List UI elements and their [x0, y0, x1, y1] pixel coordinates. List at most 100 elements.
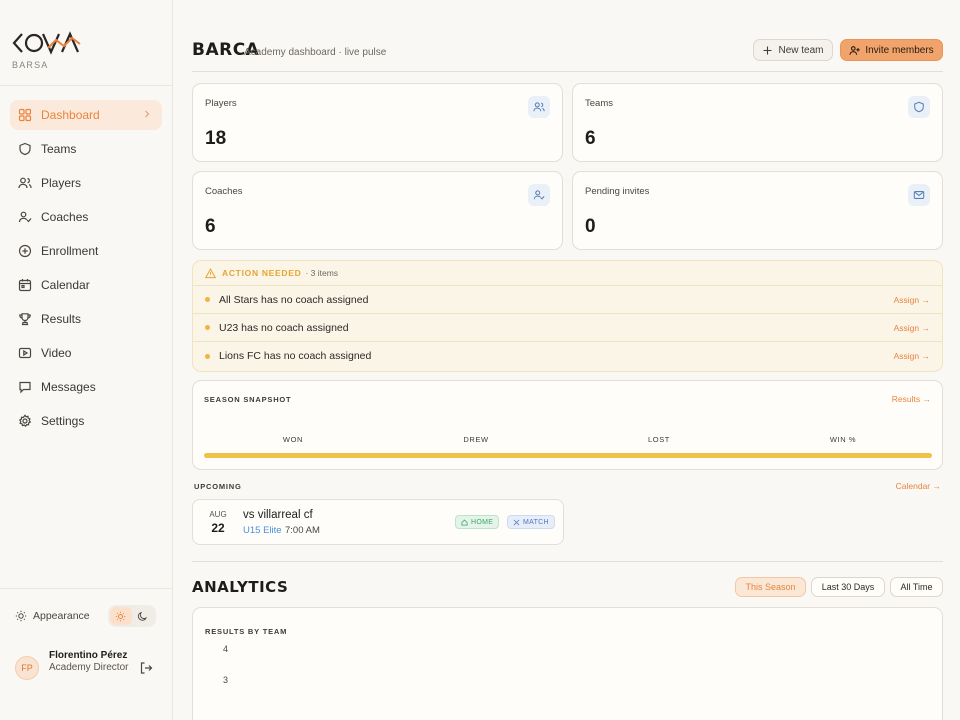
brand[interactable]: BARSA	[0, 0, 172, 86]
users-icon	[528, 96, 550, 118]
home-icon	[461, 519, 468, 526]
stat-value: 6	[205, 216, 216, 237]
new-team-button[interactable]: New team	[753, 39, 833, 61]
divider	[192, 561, 943, 562]
gear-icon	[18, 414, 32, 428]
y-tick: 4	[223, 644, 229, 654]
sidebar-item-label: Dashboard	[41, 108, 100, 122]
sidebar-item-results[interactable]: Results	[10, 304, 162, 334]
assign-link[interactable]: Assign →	[894, 351, 930, 361]
sidebar-item-label: Settings	[41, 414, 85, 428]
invite-members-button[interactable]: Invite members	[840, 39, 943, 61]
calendar-icon	[18, 278, 32, 292]
page-subtitle: Academy dashboard · live pulse	[244, 47, 387, 58]
upcoming-title: UPCOMING	[194, 482, 242, 491]
stat-label: Coaches	[205, 186, 243, 197]
filter-all-time[interactable]: All Time	[890, 577, 943, 597]
sidebar-item-coaches[interactable]: Coaches	[10, 202, 162, 232]
home-badge-label: HOME	[471, 518, 494, 526]
stat-label: Teams	[585, 98, 613, 109]
sidebar-item-calendar[interactable]: Calendar	[10, 270, 162, 300]
results-by-team-card: RESULTS BY TEAM 4 3	[192, 607, 943, 720]
appearance-label: Appearance	[33, 610, 90, 622]
plus-icon	[762, 45, 773, 56]
snapshot-col-won: WON	[282, 435, 304, 444]
sidebar: BARSA Dashboard Teams Players Coaches En…	[0, 0, 173, 720]
bullet-dot	[205, 325, 210, 330]
sidebar-item-label: Messages	[41, 380, 96, 394]
season-snapshot-card: SEASON SNAPSHOT Results → WON DREW LOST …	[192, 380, 943, 470]
calendar-link[interactable]: Calendar →	[896, 481, 941, 491]
action-needed-header: ACTION NEEDED · 3 items	[193, 261, 942, 286]
filter-this-season[interactable]: This Season	[735, 577, 806, 597]
snapshot-col-lost: LOST	[648, 435, 670, 444]
action-needed-title: ACTION NEEDED	[222, 268, 302, 278]
action-item[interactable]: U23 has no coach assigned Assign →	[193, 314, 942, 342]
stat-card-teams[interactable]: Teams 6	[572, 83, 943, 162]
assign-link[interactable]: Assign →	[894, 323, 930, 333]
action-item[interactable]: Lions FC has no coach assigned Assign →	[193, 342, 942, 370]
dashboard-icon	[18, 108, 32, 122]
chevron-right-icon	[145, 110, 150, 118]
sidebar-item-enrollment[interactable]: Enrollment	[10, 236, 162, 266]
avatar: FP	[15, 656, 39, 680]
results-by-team-title: RESULTS BY TEAM	[205, 627, 288, 636]
bullet-dot	[205, 353, 210, 359]
stat-value: 6	[585, 128, 596, 149]
sidebar-item-teams[interactable]: Teams	[10, 134, 162, 164]
user-profile[interactable]: FP Florentino Pérez Academy Director	[0, 627, 172, 680]
snapshot-bar	[204, 453, 932, 458]
sidebar-item-settings[interactable]: Settings	[10, 406, 162, 436]
filter-last-30-days[interactable]: Last 30 Days	[811, 577, 885, 597]
sidebar-item-label: Teams	[41, 142, 77, 156]
bullet-dot	[205, 297, 210, 302]
sidebar-item-players[interactable]: Players	[10, 168, 162, 198]
sidebar-item-dashboard[interactable]: Dashboard	[10, 100, 162, 130]
sidebar-item-label: Video	[41, 346, 72, 360]
match-title: vs villarreal cf	[243, 509, 313, 521]
video-icon	[18, 346, 32, 360]
sidebar-item-label: Results	[41, 312, 82, 326]
user-role: Academy Director	[49, 662, 129, 673]
stat-value: 0	[585, 216, 596, 237]
kova-logo	[12, 31, 81, 55]
shield-icon	[908, 96, 930, 118]
dark-mode-button[interactable]	[132, 607, 154, 625]
stat-card-pending-invites[interactable]: Pending invites 0	[572, 171, 943, 250]
user-name: Florentino Pérez	[49, 650, 128, 661]
sidebar-nav: Dashboard Teams Players Coaches Enrollme…	[0, 86, 172, 436]
sidebar-item-label: Players	[41, 176, 82, 190]
light-mode-button[interactable]	[109, 607, 132, 625]
sidebar-item-video[interactable]: Video	[10, 338, 162, 368]
user-info: Florentino Pérez Academy Director	[49, 649, 129, 674]
main-content: BARCA Academy dashboard · live pulse New…	[192, 0, 943, 720]
match-month: AUG	[209, 510, 227, 519]
sidebar-item-messages[interactable]: Messages	[10, 372, 162, 402]
sidebar-item-label: Enrollment	[41, 244, 99, 258]
sidebar-item-label: Coaches	[41, 210, 89, 224]
user-plus-icon	[849, 45, 861, 56]
assign-link[interactable]: Assign →	[894, 295, 930, 305]
home-badge: HOME	[455, 515, 500, 529]
upcoming-match-card[interactable]: AUG 22 vs villarreal cf U15 Elite 7:00 A…	[192, 499, 564, 545]
results-link[interactable]: Results →	[892, 394, 931, 404]
user-check-icon	[18, 210, 32, 224]
trophy-icon	[18, 312, 32, 326]
users-icon	[18, 176, 32, 190]
new-team-label: New team	[778, 44, 824, 56]
logout-icon[interactable]	[139, 661, 153, 675]
shield-icon	[18, 142, 32, 156]
sun-icon	[15, 610, 27, 622]
stat-card-players[interactable]: Players 18	[192, 83, 563, 162]
analytics-title: ANALYTICS	[192, 578, 289, 596]
message-icon	[18, 380, 32, 394]
theme-toggle	[107, 605, 156, 627]
invite-members-label: Invite members	[865, 44, 934, 56]
stat-card-coaches[interactable]: Coaches 6	[192, 171, 563, 250]
action-item[interactable]: All Stars has no coach assigned Assign →	[193, 286, 942, 314]
match-team[interactable]: U15 Elite	[243, 525, 282, 536]
action-item-text: U23 has no coach assigned	[219, 321, 349, 334]
warning-icon	[205, 267, 216, 278]
match-badge: MATCH	[507, 515, 555, 529]
sidebar-item-label: Calendar	[41, 278, 90, 292]
